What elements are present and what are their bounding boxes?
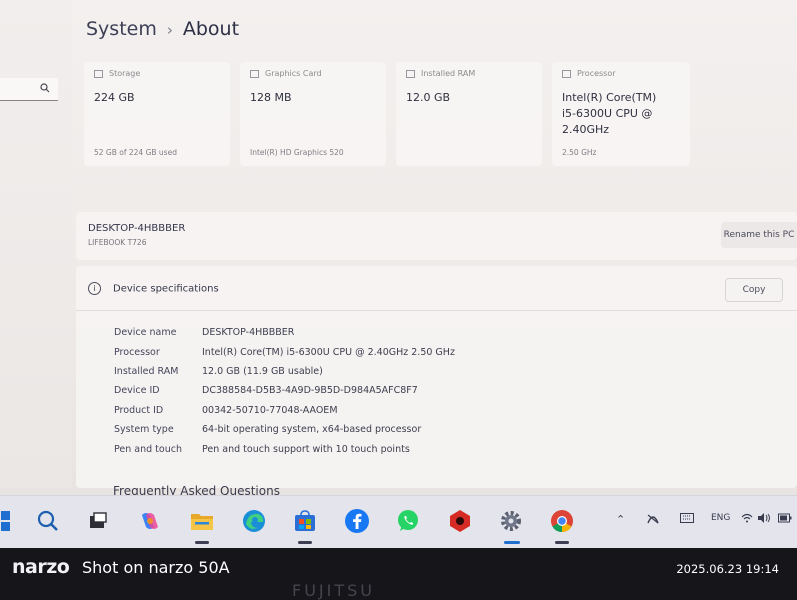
spec-key: Pen and touch (114, 443, 182, 455)
processor-icon (562, 69, 571, 78)
processor-card[interactable]: Processor Intel(R) Core(TM) i5-6300U CPU… (552, 62, 690, 166)
spec-row: System type 64-bit operating system, x64-… (114, 420, 455, 439)
spec-value: 64-bit operating system, x64-based proce… (202, 424, 422, 436)
spec-value: Pen and touch support with 10 touch poin… (202, 443, 410, 455)
spec-key: Product ID (114, 404, 164, 416)
divider (76, 310, 797, 311)
settings-sidebar (0, 0, 72, 488)
device-specifications-header[interactable]: i Device specifications (88, 282, 219, 295)
search-icon (40, 83, 50, 93)
spec-row: Device ID DC388584-D5B3-4A9D-9B5D-D984A5A… (114, 381, 455, 400)
section-title: Device specifications (113, 283, 219, 295)
red-app-icon[interactable] (446, 507, 474, 535)
ram-card[interactable]: Installed RAM 12.0 GB (396, 62, 542, 166)
card-value: 224 GB (94, 91, 135, 104)
spec-value: DESKTOP-4HBBBER (202, 327, 295, 339)
chevron-up-icon[interactable]: ⌃ (616, 513, 625, 526)
device-specifications-panel: i Device specifications Copy Device name D… (76, 266, 797, 488)
copilot-icon[interactable] (136, 507, 164, 535)
spec-row: Processor Intel(R) Core(TM) i5-6300U CPU … (114, 342, 455, 361)
fujitsu-logo: FUJITSU (292, 581, 375, 600)
storage-icon (94, 69, 103, 78)
vpn-icon[interactable] (646, 513, 660, 528)
card-title: Storage (109, 69, 141, 78)
whatsapp-icon[interactable] (394, 507, 422, 535)
card-value: 128 MB (250, 91, 292, 104)
active-app-indicator (504, 541, 520, 544)
spec-value: DC388584-D5B3-4A9D-9B5D-D984A5AFC8F7 (202, 385, 418, 397)
ram-icon (406, 69, 415, 78)
keyboard-icon[interactable] (680, 513, 694, 526)
card-value: Intel(R) Core(TM) i5-6300U CPU @ 2.40GHz (562, 91, 657, 136)
volume-icon[interactable] (758, 513, 772, 526)
active-app-indicator (555, 541, 569, 544)
card-title: Installed RAM (421, 69, 476, 78)
rename-pc-button[interactable]: Rename this PC (721, 222, 797, 248)
battery-icon[interactable] (778, 513, 792, 526)
spec-key: Processor (114, 346, 160, 358)
file-explorer-icon[interactable] (188, 507, 216, 535)
card-title: Graphics Card (265, 69, 322, 78)
breadcrumb-parent[interactable]: System (86, 18, 157, 40)
search-icon[interactable] (34, 507, 62, 535)
card-subtext: 52 GB of 224 GB used (94, 148, 177, 157)
language-indicator[interactable]: ENG (711, 513, 730, 523)
page-title: About (182, 18, 240, 40)
settings-icon[interactable] (497, 507, 525, 535)
facebook-icon[interactable] (343, 507, 371, 535)
spec-value: 00342-50710-77048-AAOEM (202, 404, 338, 416)
card-subtext: Intel(R) HD Graphics 520 (250, 148, 344, 157)
pc-name: DESKTOP-4HBBBER (88, 223, 186, 234)
spec-key: Installed RAM (114, 365, 179, 377)
info-icon: i (88, 282, 101, 295)
chrome-icon[interactable] (548, 507, 576, 535)
start-icon[interactable] (0, 507, 14, 535)
spec-key: Device ID (114, 385, 160, 397)
card-title: Processor (577, 69, 616, 78)
card-value: 12.0 GB (406, 91, 451, 104)
pc-name-section: DESKTOP-4HBBBER LIFEBOOK T726 Rename thi… (76, 212, 797, 260)
active-app-indicator (298, 541, 312, 544)
edge-icon[interactable] (240, 507, 268, 535)
breadcrumb: System › About (86, 18, 239, 40)
store-icon[interactable] (291, 507, 319, 535)
spec-row: Product ID 00342-50710-77048-AAOEM (114, 401, 455, 420)
taskbar: ⌃ ENG (0, 495, 797, 548)
shot-on-text: Shot on narzo 50A (82, 558, 230, 577)
storage-card[interactable]: Storage 224 GB 52 GB of 224 GB used (84, 62, 230, 166)
camera-watermark-strip: narzo Shot on narzo 50A FUJITSU 2025.06.… (0, 548, 797, 600)
active-app-indicator (195, 541, 209, 544)
graphics-card[interactable]: Graphics Card 128 MB Intel(R) HD Graphic… (240, 62, 386, 166)
photo-datetime: 2025.06.23 19:14 (676, 562, 779, 576)
chevron-right-icon: › (166, 21, 173, 39)
copy-button[interactable]: Copy (725, 278, 783, 302)
spec-table: Device name DESKTOP-4HBBBER Processor Inte… (114, 323, 455, 459)
spec-value: Intel(R) Core(TM) i5-6300U CPU @ 2.40GHz… (202, 346, 455, 358)
narzo-brand: narzo (12, 556, 70, 578)
spec-row: Installed RAM 12.0 GB (11.9 GB usable) (114, 362, 455, 381)
settings-window: System › About Storage 224 GB 52 GB of 224… (0, 0, 797, 548)
spec-row: Device name DESKTOP-4HBBBER (114, 323, 455, 342)
settings-search-input[interactable] (0, 78, 58, 101)
spec-key: Device name (114, 327, 177, 339)
spec-key: System type (114, 424, 174, 436)
wifi-icon[interactable] (741, 513, 753, 526)
spec-row: Pen and touch Pen and touch support with … (114, 439, 455, 458)
pc-model: LIFEBOOK T726 (88, 238, 147, 247)
spec-value: 12.0 GB (11.9 GB usable) (202, 365, 323, 377)
graphics-card-icon (250, 69, 259, 78)
card-subtext: 2.50 GHz (562, 148, 597, 157)
task-view-icon[interactable] (84, 507, 112, 535)
